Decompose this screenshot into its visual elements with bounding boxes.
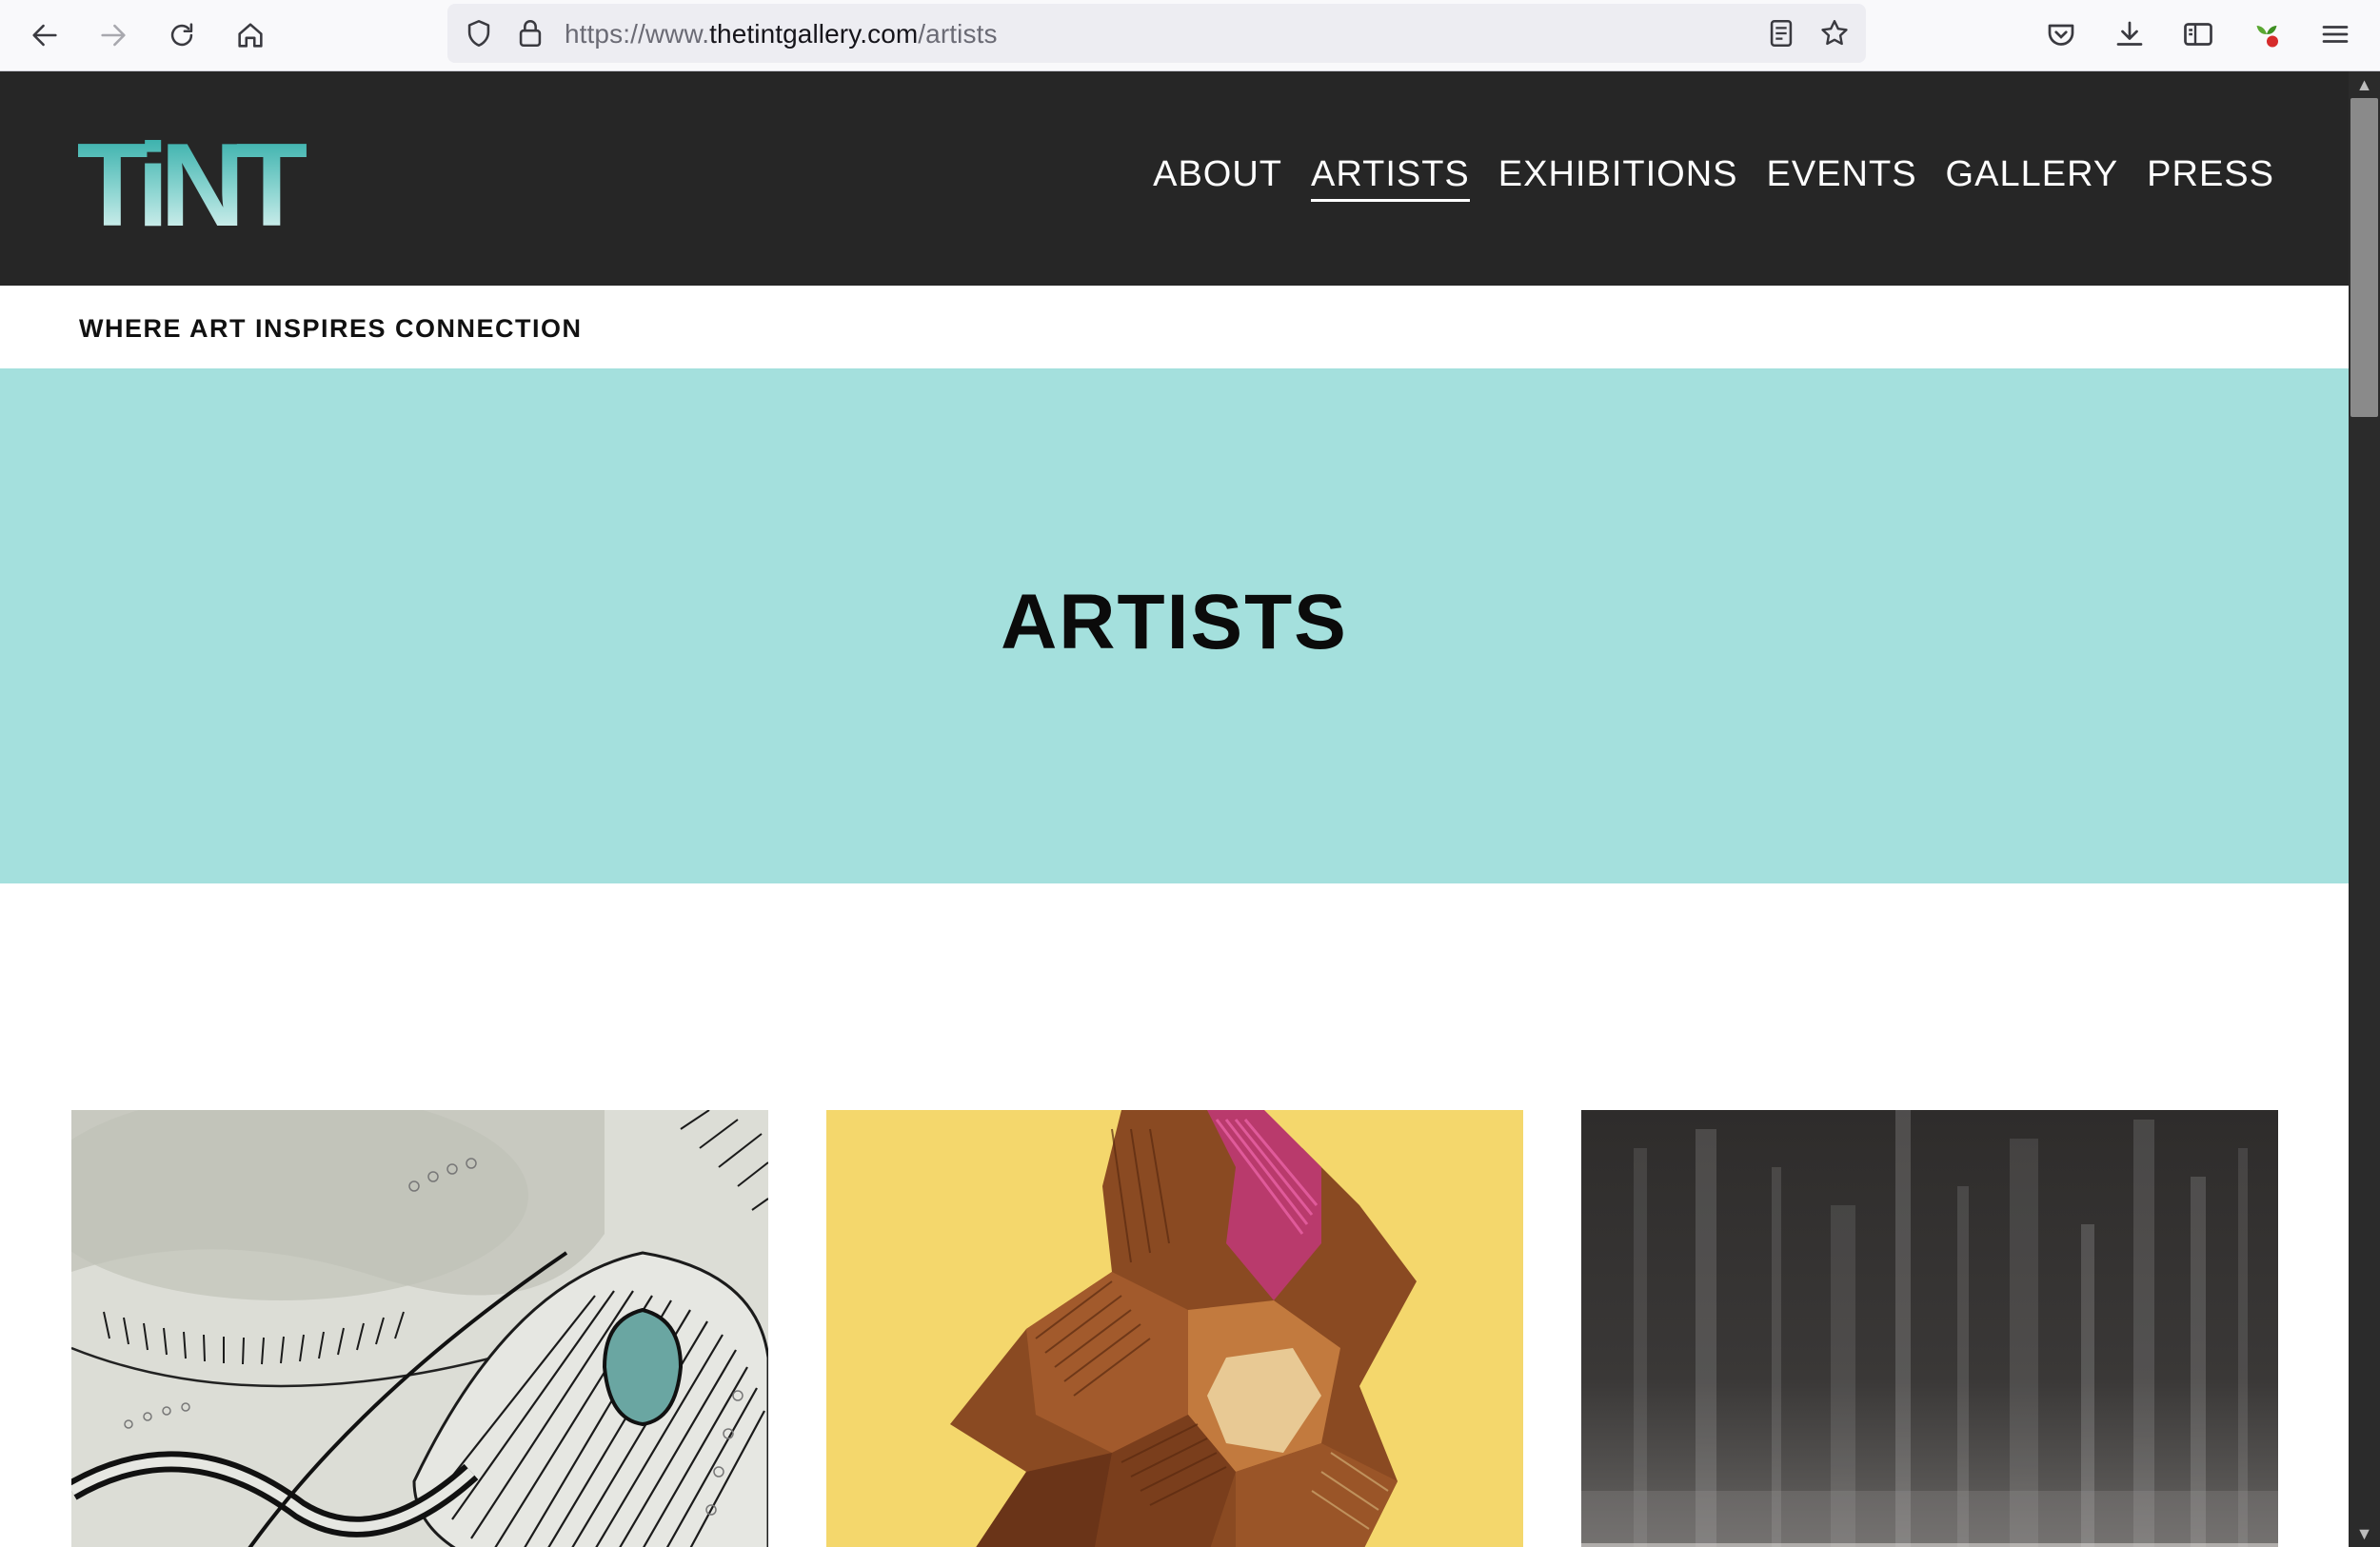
site-tagline: WHERE ART INSPIRES CONNECTION: [79, 314, 583, 343]
scrollbar-thumb[interactable]: [2350, 98, 2378, 417]
url-text[interactable]: https://www.thetintgallery.com/artists: [565, 19, 998, 50]
nav-link-gallery[interactable]: GALLERY: [1946, 154, 2119, 202]
svg-text:TiNT: TiNT: [78, 134, 307, 229]
artist-card-image[interactable]: [71, 1110, 768, 1547]
address-bar[interactable]: https://www.thetintgallery.com/artists: [447, 4, 1866, 63]
browser-toolbar: https://www.thetintgallery.com/artists: [0, 0, 2380, 71]
reload-icon: [170, 23, 193, 47]
download-icon[interactable]: [2112, 17, 2147, 51]
nav-link-press[interactable]: PRESS: [2147, 154, 2274, 202]
page-viewport: TiNT ABOUT ARTISTS EXHIBITIONS EVENTS GA…: [0, 71, 2349, 1547]
artist-grid: [71, 1110, 2278, 1547]
main-navigation: ABOUT ARTISTS EXHIBITIONS EVENTS GALLERY…: [1153, 154, 2274, 202]
home-icon: [238, 23, 263, 48]
hero-banner: ARTISTS: [0, 368, 2349, 883]
artist-card-image[interactable]: [826, 1110, 1523, 1547]
site-logo[interactable]: TiNT: [76, 120, 317, 251]
lock-icon[interactable]: [514, 17, 546, 50]
nav-link-events[interactable]: EVENTS: [1767, 154, 1917, 202]
forward-button[interactable]: [91, 13, 135, 57]
arrow-left-icon: [32, 24, 57, 47]
nav-link-exhibitions[interactable]: EXHIBITIONS: [1498, 154, 1738, 202]
artist-card-image[interactable]: [1581, 1110, 2278, 1547]
nav-link-artists[interactable]: ARTISTS: [1311, 154, 1470, 202]
extension-icon[interactable]: [2250, 17, 2284, 51]
back-button[interactable]: [23, 13, 67, 57]
shield-icon[interactable]: [463, 17, 495, 50]
hamburger-menu-icon[interactable]: [2318, 17, 2352, 51]
sidebar-icon[interactable]: [2181, 17, 2215, 51]
nav-link-about[interactable]: ABOUT: [1153, 154, 1282, 202]
tagline-bar: WHERE ART INSPIRES CONNECTION: [0, 286, 2349, 368]
home-button[interactable]: [228, 13, 272, 57]
scroll-up-arrow-icon[interactable]: ▲: [2349, 71, 2380, 98]
scroll-down-arrow-icon[interactable]: ▼: [2349, 1520, 2380, 1547]
arrow-right-icon: [101, 24, 126, 47]
star-icon[interactable]: [1818, 17, 1851, 50]
reader-view-icon[interactable]: [1765, 17, 1797, 50]
reload-button[interactable]: [160, 13, 204, 57]
pocket-icon[interactable]: [2044, 17, 2078, 51]
page-scrollbar[interactable]: ▲ ▼: [2349, 71, 2380, 1547]
page-title: ARTISTS: [1001, 579, 1348, 665]
site-header: TiNT ABOUT ARTISTS EXHIBITIONS EVENTS GA…: [0, 71, 2349, 286]
